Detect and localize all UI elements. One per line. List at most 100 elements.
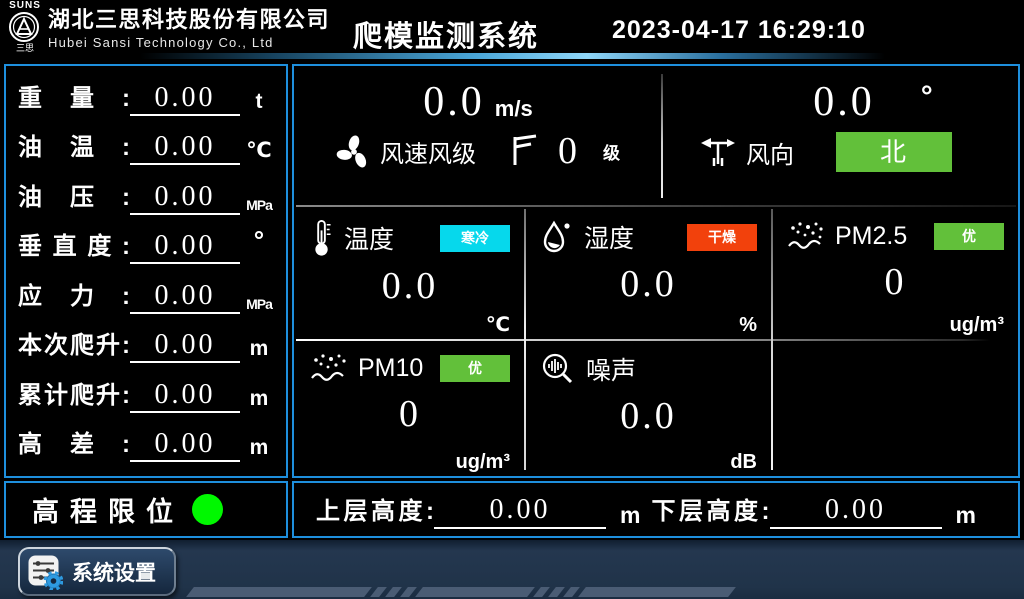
metric-row-height-diff: 高差: 0.00 m (18, 424, 278, 462)
decorative-stripes (190, 587, 738, 597)
upper-height-value: 0.00 (434, 494, 606, 528)
metric-row-oil-temp: 油温: 0.00 ℃ (18, 127, 278, 165)
upper-height-label: 上层高度: (316, 491, 434, 526)
wind-level-unit: 级 (603, 139, 620, 164)
metric-unit: m (240, 387, 278, 411)
wind-direction-section: 0.0 ° 风向 北 (662, 66, 1018, 205)
metric-label: 累计爬升: (18, 375, 130, 410)
metric-value: 0.00 (130, 379, 240, 413)
metric-value: 0.00 (130, 329, 240, 363)
page-title: 爬模监测系统 (353, 13, 539, 55)
logo-sansi-text: 三思 (8, 44, 42, 53)
pm10-value: 0 (310, 395, 510, 433)
temperature-label: 温度 (344, 220, 394, 256)
humidity-value: 0.0 (540, 265, 757, 303)
particles-icon (787, 219, 825, 253)
metric-row-weight: 重量: 0.00 t (18, 78, 278, 116)
elevation-limit-box: 高程限位 (4, 481, 288, 538)
lower-height-label: 下层高度: (652, 491, 770, 526)
fan-icon (336, 133, 372, 169)
upper-height-group: 上层高度: 0.00 m (316, 491, 640, 529)
wind-section-divider (661, 74, 663, 198)
wind-direction-value: 0.0 (813, 80, 875, 124)
pm25-label: PM2.5 (835, 222, 907, 251)
sensor-cell-noise: 噪声 0.0 dB (524, 339, 771, 476)
metric-label: 本次爬升: (18, 325, 130, 360)
metric-label: 高差: (18, 424, 130, 459)
humidity-label: 湿度 (584, 219, 634, 255)
noise-label: 噪声 (586, 351, 636, 387)
metric-label: 油温: (18, 127, 130, 162)
metric-value: 0.00 (130, 280, 240, 314)
upper-height-unit: m (620, 502, 640, 529)
wind-speed-value: 0.0 (423, 80, 485, 124)
wind-speed-label: 风速风级 (380, 134, 476, 169)
system-settings-button[interactable]: 系统设置 (18, 547, 176, 596)
metric-unit: t (240, 90, 278, 114)
metric-value: 0.00 (130, 181, 240, 215)
wind-direction-display: 0.0 ° (662, 80, 1018, 124)
temperature-value: 0.0 (310, 267, 510, 305)
pm25-unit: ug/m³ (950, 314, 1004, 337)
datetime-display: 2023-04-17 16:29:10 (612, 16, 866, 45)
metric-unit: ℃ (240, 138, 278, 163)
header: SUNS 三思 湖北三思科技股份有限公司 Hubei Sansi Technol… (0, 0, 1024, 60)
elevation-limit-indicator (192, 494, 223, 525)
noise-meter-icon (540, 351, 576, 387)
pm10-label: PM10 (358, 354, 423, 383)
wind-speed-section: 0.0 m/s 风速风级 (294, 66, 662, 205)
sensor-grid: 温度 寒冷 0.0 ℃ 湿度 干燥 (294, 207, 1018, 476)
metric-unit: ° (240, 230, 278, 251)
metric-unit: m (240, 436, 278, 460)
humidity-status-badge: 干燥 (687, 224, 757, 251)
sensor-cell-empty (771, 339, 1018, 476)
thermometer-icon (310, 219, 334, 257)
metric-label: 垂直度: (18, 226, 130, 261)
elevation-limit-label: 高程限位 (32, 490, 184, 529)
lower-height-group: 下层高度: 0.00 m (652, 491, 976, 529)
sansi-emblem-icon (8, 11, 42, 43)
wind-direction-subrow: 风向 北 (662, 132, 1018, 172)
metric-row-stress: 应力: 0.00 MPa (18, 276, 278, 314)
wind-direction-badge: 北 (836, 132, 952, 172)
lower-height-unit: m (956, 502, 976, 529)
metric-row-oil-pressure: 油压: 0.00 MPa (18, 177, 278, 215)
metric-row-verticality: 垂直度: 0.00 ° (18, 226, 278, 264)
temperature-status-badge: 寒冷 (440, 225, 510, 252)
metric-row-current-climb: 本次爬升: 0.00 m (18, 325, 278, 363)
pm25-status-badge: 优 (934, 223, 1004, 250)
header-divider-glow (140, 53, 885, 59)
particles-icon (310, 351, 348, 385)
lower-height-value: 0.00 (770, 494, 942, 528)
sensor-cell-temperature: 温度 寒冷 0.0 ℃ (294, 207, 524, 339)
system-settings-label: 系统设置 (72, 557, 156, 587)
metric-unit: MPa (240, 296, 278, 312)
company-name-cn: 湖北三思科技股份有限公司 (48, 7, 330, 32)
company-logo: SUNS 三思 (8, 1, 42, 53)
metric-value: 0.00 (130, 131, 240, 165)
metric-value: 0.00 (130, 230, 240, 264)
noise-unit: dB (730, 451, 757, 474)
wind-row: 0.0 m/s 风速风级 (294, 66, 1018, 205)
metric-value: 0.00 (130, 82, 240, 116)
pm10-status-badge: 优 (440, 355, 510, 382)
settings-sliders-gear-icon (27, 554, 63, 590)
humidity-unit: % (739, 314, 757, 337)
sensor-cell-humidity: 湿度 干燥 0.0 % (524, 207, 771, 339)
logo-suns-text: SUNS (8, 1, 42, 11)
wind-speed-display: 0.0 m/s (294, 80, 662, 124)
metric-unit: MPa (240, 197, 278, 213)
pm25-value: 0 (787, 263, 1004, 301)
company-branding: SUNS 三思 湖北三思科技股份有限公司 Hubei Sansi Technol… (8, 1, 330, 53)
wind-speed-unit: m/s (495, 96, 533, 122)
company-name-en: Hubei Sansi Technology Co., Ltd (48, 35, 330, 50)
metric-unit: m (240, 337, 278, 361)
temperature-unit: ℃ (486, 312, 510, 337)
wind-level-value: 0 (558, 132, 577, 170)
pm10-unit: ug/m³ (456, 451, 510, 474)
monitoring-screen: SUNS 三思 湖北三思科技股份有限公司 Hubei Sansi Technol… (0, 0, 1024, 599)
sensor-cell-pm25: PM2.5 优 0 ug/m³ (771, 207, 1018, 339)
metrics-panel: 重量: 0.00 t 油温: 0.00 ℃ 油压: 0.00 MPa 垂直度: … (4, 64, 288, 478)
wind-direction-label: 风向 (746, 135, 794, 170)
wind-vane-icon (698, 134, 738, 170)
